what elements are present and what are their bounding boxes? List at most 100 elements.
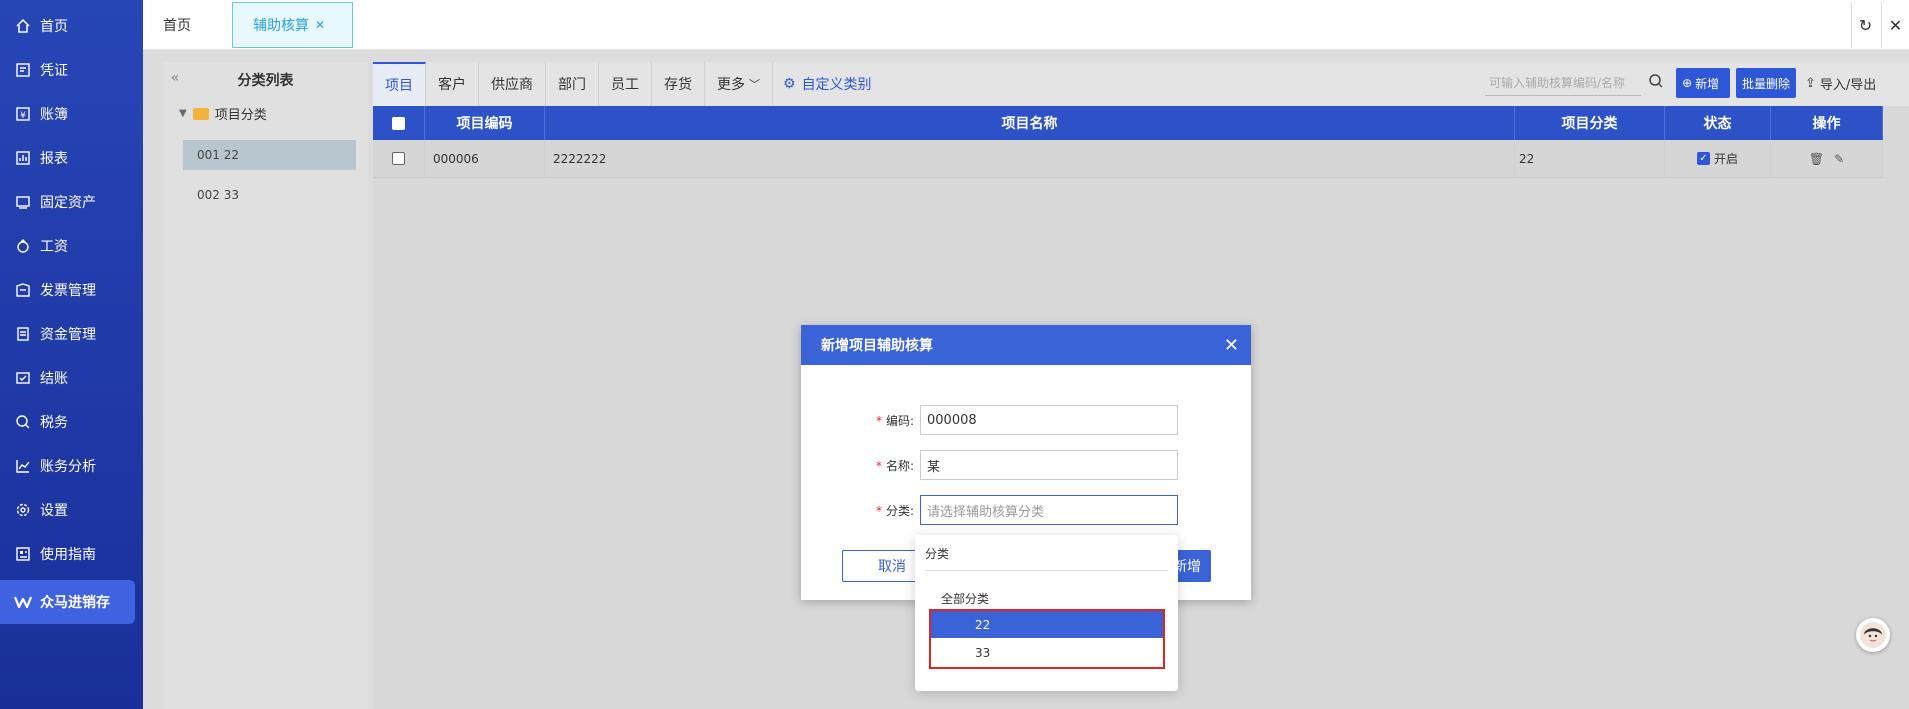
field-label-text: 名称:	[885, 458, 914, 473]
dropdown-label: 分类	[925, 547, 950, 561]
sidebar-item-brand[interactable]: 众马进销存	[0, 580, 135, 624]
search-input[interactable]: 可输入辅助核算编码/名称	[1485, 70, 1641, 96]
home-icon	[14, 17, 32, 35]
dropdown-option-all[interactable]: 全部分类	[941, 590, 989, 607]
export-icon: ⇪	[1805, 75, 1816, 91]
dialog-title: 新增项目辅助核算	[821, 338, 933, 354]
status-checkbox[interactable]: ✓	[1696, 152, 1710, 165]
tab-label: 供应商	[491, 77, 533, 93]
chevron-down-icon: ﹀	[749, 78, 760, 91]
tree-root[interactable]: ▼ 项目分类	[179, 104, 267, 123]
category-panel-title: 分类列表	[237, 73, 294, 89]
column-header[interactable]: 操作	[1771, 106, 1883, 140]
table-row[interactable]: 000006 2222222 22 ✓ 开启 🗑 ✎	[373, 140, 1883, 178]
field-label-text: 分类:	[885, 503, 914, 518]
sidebar: 首页 凭证 ¥ 账簿 报表 固定资产 工资 发票管理 资金管理 结账 税务 账务…	[0, 0, 143, 709]
tab-label: 辅助核算	[253, 18, 309, 34]
tab-auxiliary-accounting[interactable]: 辅助核算 ✕	[232, 2, 353, 48]
tab-label: 员工	[611, 77, 639, 93]
sidebar-item-guide[interactable]: 使用指南	[0, 532, 143, 576]
gear-icon	[14, 501, 32, 519]
field-label: * 分类:	[801, 502, 920, 519]
category-dropdown: 分类 全部分类 22 33	[915, 535, 1178, 691]
sidebar-item-fund[interactable]: 资金管理	[0, 312, 143, 356]
closing-icon	[14, 369, 32, 387]
sidebar-item-ledger[interactable]: ¥ 账簿	[0, 92, 143, 136]
chart-icon	[14, 457, 32, 475]
sidebar-item-asset[interactable]: 固定资产	[0, 180, 143, 224]
dialog-header: 新增项目辅助核算 ✕	[801, 325, 1251, 365]
sidebar-item-salary[interactable]: 工资	[0, 224, 143, 268]
close-icon[interactable]: ✕	[315, 18, 325, 32]
sidebar-item-home[interactable]: 首页	[0, 4, 143, 48]
column-header[interactable]: 状态	[1665, 106, 1771, 140]
sidebar-item-closing[interactable]: 结账	[0, 356, 143, 400]
sidebar-item-voucher[interactable]: 凭证	[0, 48, 143, 92]
trash-icon[interactable]: 🗑	[1809, 152, 1824, 166]
voucher-icon	[14, 61, 32, 79]
fund-icon	[14, 325, 32, 343]
sidebar-item-settings[interactable]: 设置	[0, 488, 143, 532]
field-label: * 名称:	[801, 457, 920, 474]
caret-down-icon[interactable]: ▼	[179, 108, 187, 119]
category-item-label: 001 22	[197, 148, 239, 162]
search-button[interactable]	[1645, 70, 1667, 92]
tab-label: 部门	[558, 77, 586, 93]
sidebar-item-label: 工资	[40, 239, 68, 255]
field-label-text: 编码:	[885, 413, 914, 428]
code-field[interactable]: 000008	[920, 405, 1178, 435]
sidebar-item-label: 设置	[40, 503, 68, 519]
form-row-code: * 编码: 000008	[801, 405, 1251, 435]
assistant-avatar[interactable]	[1856, 618, 1890, 652]
guide-icon	[14, 545, 32, 563]
batch-delete-label: 批量删除	[1742, 76, 1791, 91]
tab-employee[interactable]: 员工	[599, 62, 652, 106]
sidebar-item-report[interactable]: 报表	[0, 136, 143, 180]
table-header: 项目编码 项目名称 项目分类 状态 操作	[373, 106, 1883, 140]
column-header[interactable]: 项目编码	[425, 106, 545, 140]
tab-customer[interactable]: 客户	[426, 62, 479, 106]
sidebar-item-tax[interactable]: 税务	[0, 400, 143, 444]
batch-delete-button[interactable]: 批量删除	[1736, 68, 1796, 98]
tab-inventory[interactable]: 存货	[652, 62, 705, 106]
column-header[interactable]: 项目名称	[545, 106, 1515, 140]
row-checkbox[interactable]	[392, 152, 405, 165]
required-mark: *	[875, 458, 882, 473]
status-label: 开启	[1713, 152, 1738, 166]
folder-icon	[192, 107, 209, 120]
brand-label: 众马进销存	[40, 595, 110, 611]
refresh-button[interactable]: ↻	[1851, 2, 1879, 48]
category-panel: « 分类列表 ▼ 项目分类 001 22 002 33	[163, 62, 368, 709]
sidebar-item-invoice[interactable]: 发票管理	[0, 268, 143, 312]
tab-label: 首页	[163, 18, 191, 34]
tab-department[interactable]: 部门	[546, 62, 599, 106]
report-icon	[14, 149, 32, 167]
select-all-checkbox[interactable]	[392, 116, 405, 130]
sidebar-item-analysis[interactable]: 账务分析	[0, 444, 143, 488]
category-select[interactable]: 请选择辅助核算分类	[920, 495, 1178, 525]
custom-category-link[interactable]: ⚙ 自定义类别	[783, 74, 872, 94]
close-all-button[interactable]: ✕	[1881, 2, 1909, 48]
close-icon[interactable]: ✕	[1224, 335, 1239, 356]
add-button[interactable]: ⊕ 新增	[1676, 68, 1730, 98]
brand-logo-icon	[14, 593, 32, 611]
column-header[interactable]: 项目分类	[1515, 106, 1665, 140]
cell-code: 000006	[425, 140, 545, 177]
sidebar-item-label: 报表	[40, 151, 68, 167]
sidebar-item-label: 资金管理	[40, 327, 96, 343]
plus-circle-icon: ⊕	[1682, 76, 1693, 90]
import-export-button[interactable]: ⇪ 导入/导出	[1805, 68, 1876, 98]
tab-more[interactable]: 更多 ﹀	[705, 62, 773, 106]
name-field[interactable]: 某	[920, 450, 1178, 480]
tab-supplier[interactable]: 供应商	[479, 62, 546, 106]
tab-project[interactable]: 项目	[373, 62, 426, 106]
refresh-icon: ↻	[1858, 15, 1873, 35]
edit-icon[interactable]: ✎	[1834, 152, 1844, 166]
category-item[interactable]: 001 22	[183, 140, 356, 170]
tab-home[interactable]: 首页	[143, 2, 231, 48]
category-item[interactable]: 002 33	[183, 180, 356, 210]
tab-label: 存货	[664, 77, 692, 93]
cell-category: 22	[1515, 140, 1665, 177]
sidebar-item-label: 账务分析	[40, 459, 96, 475]
form-row-category: * 分类: 请选择辅助核算分类	[801, 495, 1251, 525]
